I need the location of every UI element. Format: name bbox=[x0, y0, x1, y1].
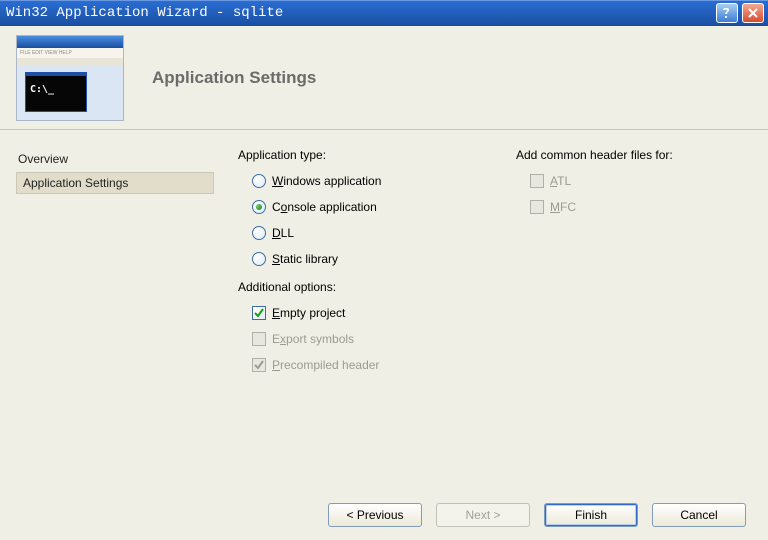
checkbox-icon bbox=[252, 306, 266, 320]
radio-label: DLL bbox=[272, 226, 294, 240]
radio-static-library[interactable]: Static library bbox=[238, 246, 488, 272]
label-additional-options: Additional options: bbox=[238, 280, 488, 294]
checkbox-label: MFC bbox=[550, 200, 576, 214]
page-title: Application Settings bbox=[152, 68, 316, 88]
wizard-footer: < Previous Next > Finish Cancel bbox=[0, 490, 768, 540]
checkbox-icon bbox=[530, 200, 544, 214]
wizard-banner-image: FILE EDIT VIEW HELP C:\_ bbox=[16, 35, 124, 121]
nav-item-application-settings[interactable]: Application Settings bbox=[16, 172, 214, 194]
checkbox-label: Export symbols bbox=[272, 332, 354, 346]
label-application-type: Application type: bbox=[238, 148, 488, 162]
console-icon: C:\_ bbox=[30, 84, 54, 95]
radio-icon bbox=[252, 200, 266, 214]
previous-button[interactable]: < Previous bbox=[328, 503, 422, 527]
check-precompiled-header: Precompiled header bbox=[238, 352, 488, 378]
label-common-headers: Add common header files for: bbox=[516, 148, 673, 162]
col-right: Add common header files for: ATL MFC bbox=[516, 148, 673, 480]
checkbox-icon bbox=[252, 358, 266, 372]
radio-icon bbox=[252, 174, 266, 188]
nav-item-overview[interactable]: Overview bbox=[16, 148, 214, 170]
next-button: Next > bbox=[436, 503, 530, 527]
check-empty-project[interactable]: Empty project bbox=[238, 300, 488, 326]
checkbox-icon bbox=[530, 174, 544, 188]
titlebar: Win32 Application Wizard - sqlite bbox=[0, 0, 768, 26]
check-atl: ATL bbox=[516, 168, 673, 194]
checkbox-icon bbox=[252, 332, 266, 346]
titlebar-buttons bbox=[716, 3, 764, 23]
radio-icon bbox=[252, 226, 266, 240]
help-icon bbox=[722, 7, 732, 19]
check-mfc: MFC bbox=[516, 194, 673, 220]
close-icon bbox=[748, 8, 758, 18]
wizard-main: Application type: Windows application Co… bbox=[230, 130, 768, 490]
wizard-content: Overview Application Settings Applicatio… bbox=[0, 130, 768, 490]
cancel-button[interactable]: Cancel bbox=[652, 503, 746, 527]
radio-windows-application[interactable]: Windows application bbox=[238, 168, 488, 194]
checkbox-label: Precompiled header bbox=[272, 358, 379, 372]
radio-label: Console application bbox=[272, 200, 377, 214]
close-button[interactable] bbox=[742, 3, 764, 23]
radio-dll[interactable]: DLL bbox=[238, 220, 488, 246]
checkbox-label: ATL bbox=[550, 174, 571, 188]
radio-label: Windows application bbox=[272, 174, 381, 188]
checkbox-label: Empty project bbox=[272, 306, 345, 320]
check-export-symbols: Export symbols bbox=[238, 326, 488, 352]
window-title: Win32 Application Wizard - sqlite bbox=[6, 5, 716, 21]
col-left: Application type: Windows application Co… bbox=[238, 148, 488, 480]
radio-icon bbox=[252, 252, 266, 266]
finish-button[interactable]: Finish bbox=[544, 503, 638, 527]
radio-console-application[interactable]: Console application bbox=[238, 194, 488, 220]
wizard-nav: Overview Application Settings bbox=[0, 130, 230, 490]
radio-label: Static library bbox=[272, 252, 338, 266]
wizard-header: FILE EDIT VIEW HELP C:\_ Application Set… bbox=[0, 26, 768, 130]
help-button[interactable] bbox=[716, 3, 738, 23]
